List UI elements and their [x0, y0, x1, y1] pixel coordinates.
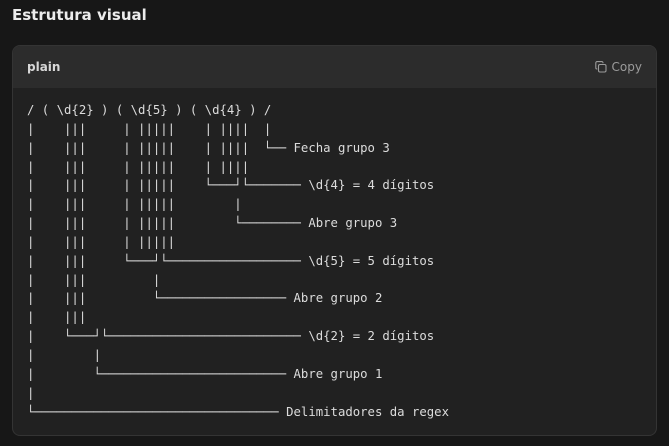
code-line: └───────────────────────────────── Delim… — [27, 404, 449, 419]
code-line: | ||| | ||||| └──────── Abre grupo 3 — [27, 216, 398, 231]
section-heading: Estrutura visual — [12, 6, 147, 24]
code-line: | ||| | ||||| | |||| | — [27, 121, 272, 136]
code-line: / ( \d{2} ) ( \d{5} ) ( \d{4} ) / — [27, 103, 272, 117]
code-block-header: plain Copy — [13, 46, 656, 88]
code-line: | ||| └───────────────── Abre grupo 2 — [27, 291, 383, 306]
code-line: | └───────────────────────── Abre grupo … — [27, 366, 383, 381]
code-line: | ||| | ||||| | — [27, 197, 242, 212]
code-line: | ||| | ||||| — [27, 234, 176, 249]
copy-button[interactable]: Copy — [594, 60, 642, 74]
code-content: / ( \d{2} ) ( \d{5} ) ( \d{4} ) / | ||| |… — [13, 88, 656, 421]
code-line: | ||| — [27, 310, 87, 325]
code-line: | — [27, 385, 35, 400]
code-block: plain Copy / ( \d{2} ) ( \d{5} ) ( \d{4}… — [12, 45, 657, 436]
copy-label: Copy — [611, 60, 642, 74]
code-line: | ||| | ||||| | |||| — [27, 159, 250, 174]
code-line: | └───┘└────────────────────────── \d{2}… — [27, 329, 435, 344]
code-line: | | — [27, 347, 102, 362]
code-line: | ||| | — [27, 272, 161, 287]
code-line: | ||| | ||||| └───┘└─────── \d{4} = 4 dí… — [27, 178, 435, 193]
code-line: | ||| └───┘└────────────────── \d{5} = 5… — [27, 253, 435, 268]
copy-icon — [594, 61, 607, 73]
code-line: | ||| | ||||| | |||| └── Fecha grupo 3 — [27, 140, 390, 155]
code-language-label: plain — [27, 60, 61, 74]
